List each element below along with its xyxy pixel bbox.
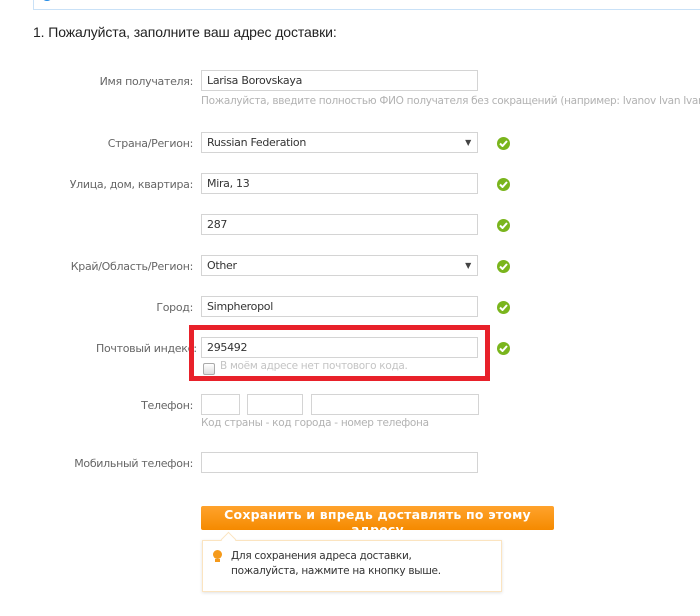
check-icon (497, 178, 510, 191)
info-icon (41, 0, 53, 1)
highlight-box (189, 325, 490, 381)
tooltip-line-2: пожалуйста, нажмите на кнопку выше. (231, 565, 441, 577)
lightbulb-icon (213, 550, 222, 562)
country-value: Russian Federation (207, 136, 307, 149)
check-icon (497, 301, 510, 314)
street-label: Улица, дом, квартира: (69, 178, 194, 191)
tooltip-text: Для сохранения адреса доставки, пожалуйс… (231, 549, 441, 579)
recipient-input[interactable] (201, 70, 478, 91)
phone-number-input[interactable] (311, 394, 479, 415)
country-select[interactable]: Russian Federation ▼ (201, 132, 478, 153)
region-select[interactable]: Other ▼ (201, 255, 478, 276)
region-label: Край/Область/Регион: (70, 260, 194, 273)
check-icon (497, 260, 510, 273)
city-label: Город: (156, 301, 193, 314)
phone-hint: Код страны - код города - номер телефона (201, 417, 429, 429)
chevron-down-icon: ▼ (465, 138, 471, 147)
tooltip-line-1: Для сохранения адреса доставки, (231, 550, 412, 562)
check-icon (497, 137, 510, 150)
phone-country-code-input[interactable] (201, 394, 240, 415)
check-icon (497, 219, 510, 232)
tooltip: Для сохранения адреса доставки, пожалуйс… (202, 540, 502, 592)
mobile-label: Мобильный телефон: (74, 457, 193, 470)
info-box: Информация о заполнении адреса доставки (33, 0, 700, 10)
check-icon (497, 342, 510, 355)
phone-label: Телефон: (141, 399, 193, 412)
recipient-label: Имя получателя: (99, 75, 194, 88)
page-heading: 1. Пожалуйста, заполните ваш адрес доста… (33, 24, 337, 40)
save-address-button[interactable]: Сохранить и впредь доставлять по этому а… (201, 506, 554, 537)
country-label: Страна/Регион: (107, 137, 194, 150)
no-postal-code-checkbox[interactable] (203, 363, 215, 375)
no-postal-code-label: В моём адресе нет почтового кода. (220, 360, 408, 372)
street-input[interactable] (201, 173, 478, 194)
recipient-hint: Пожалуйста, введите полностью ФИО получа… (201, 95, 700, 107)
chevron-down-icon: ▼ (465, 261, 471, 270)
mobile-input[interactable] (201, 452, 478, 473)
region-value: Other (207, 259, 237, 272)
street2-input[interactable] (201, 214, 478, 235)
city-input[interactable] (201, 296, 478, 317)
phone-city-code-input[interactable] (247, 394, 303, 415)
postal-label: Почтовый индекс: (96, 342, 196, 355)
